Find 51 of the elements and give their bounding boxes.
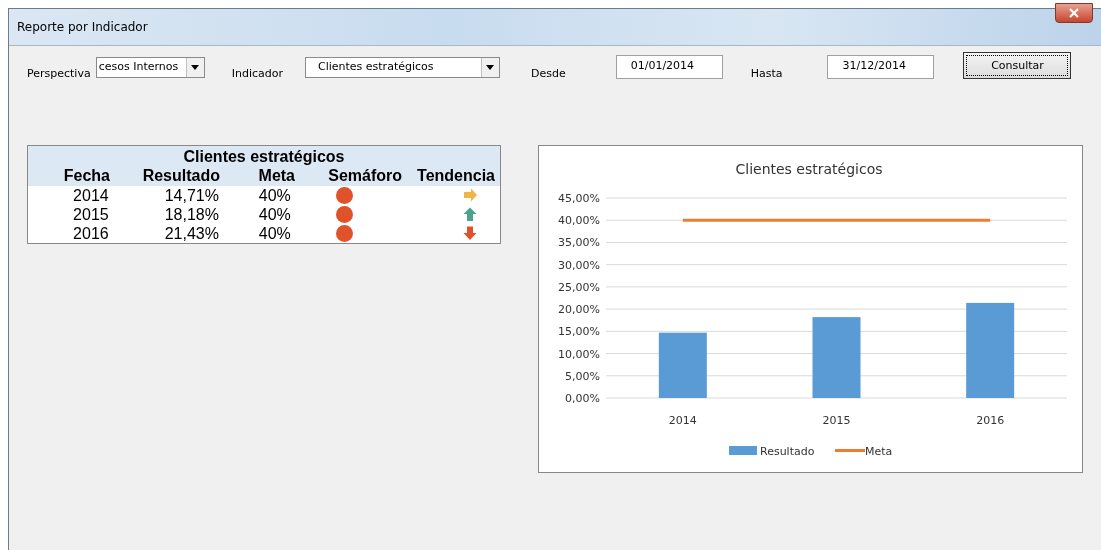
dropdown-arrow-icon [486, 64, 495, 70]
y-axis-label: 45,00% [558, 192, 600, 205]
dropdown-arrow-icon [191, 64, 200, 70]
window-title: Reporte por Indicador [17, 20, 148, 34]
legend-label: Meta [865, 445, 893, 458]
bar [658, 332, 707, 398]
column-header: Fecha [62, 166, 110, 185]
perspectiva-dropdown[interactable]: cesos Internos [95, 56, 205, 78]
hasta-label: Hasta [750, 66, 783, 80]
indicador-dropdown[interactable]: Clientes estratégicos [304, 56, 500, 78]
up-arrow-icon [462, 207, 478, 222]
y-axis-label: 40,00% [558, 214, 600, 228]
y-axis-label: 10,00% [558, 347, 600, 361]
indicador-label: Indicador [231, 66, 283, 80]
y-axis-label: 25,00% [558, 280, 600, 294]
table-cell-text: 2014 [72, 186, 109, 205]
chart-title: Clientes estratégicos [735, 161, 883, 177]
x-axis-label: 2016 [976, 414, 1005, 427]
column-header: Meta [257, 166, 295, 185]
x-axis-label: 2014 [668, 414, 697, 427]
right-arrow-icon [462, 188, 478, 203]
column-header: Tendencia [416, 166, 495, 185]
down-arrow-icon [462, 226, 478, 241]
y-axis-label: 30,00% [558, 258, 600, 272]
legend-swatch [729, 446, 757, 455]
hasta-field[interactable]: 31/12/2014 [827, 55, 935, 79]
table-cell-text: 40% [257, 224, 291, 243]
x-axis-label: 2015 [822, 414, 851, 427]
y-axis-label: 5,00% [565, 369, 600, 383]
y-axis-label: 15,00% [558, 325, 600, 339]
perspectiva-label: Perspectiva [27, 66, 91, 80]
table-cell-text: 2016 [72, 224, 109, 243]
close-button[interactable] [1055, 3, 1093, 23]
column-header: Semáforo [327, 166, 402, 185]
table-cell-text: 2015 [72, 205, 109, 224]
close-icon [1068, 8, 1080, 18]
table-cell-text: 18,18% [163, 205, 219, 224]
column-header: Resultado [141, 166, 220, 185]
table-cell-text: 40% [257, 186, 291, 205]
legend-label: Resultado [760, 445, 815, 458]
table-cell-text: 14,71% [163, 186, 219, 205]
table-cell-text: 40% [257, 205, 291, 224]
desde-field[interactable]: 01/01/2014 [615, 55, 723, 79]
consultar-button[interactable]: Consultar [963, 51, 1072, 79]
y-axis-label: 35,00% [558, 236, 600, 250]
y-axis-label: 20,00% [558, 303, 600, 317]
desde-label: Desde [530, 66, 566, 80]
table-cell-text: 21,43% [163, 224, 219, 243]
legend-line [835, 449, 865, 452]
y-axis-label: 0,00% [565, 392, 600, 405]
table-title: Clientes estratégicos [182, 147, 346, 166]
